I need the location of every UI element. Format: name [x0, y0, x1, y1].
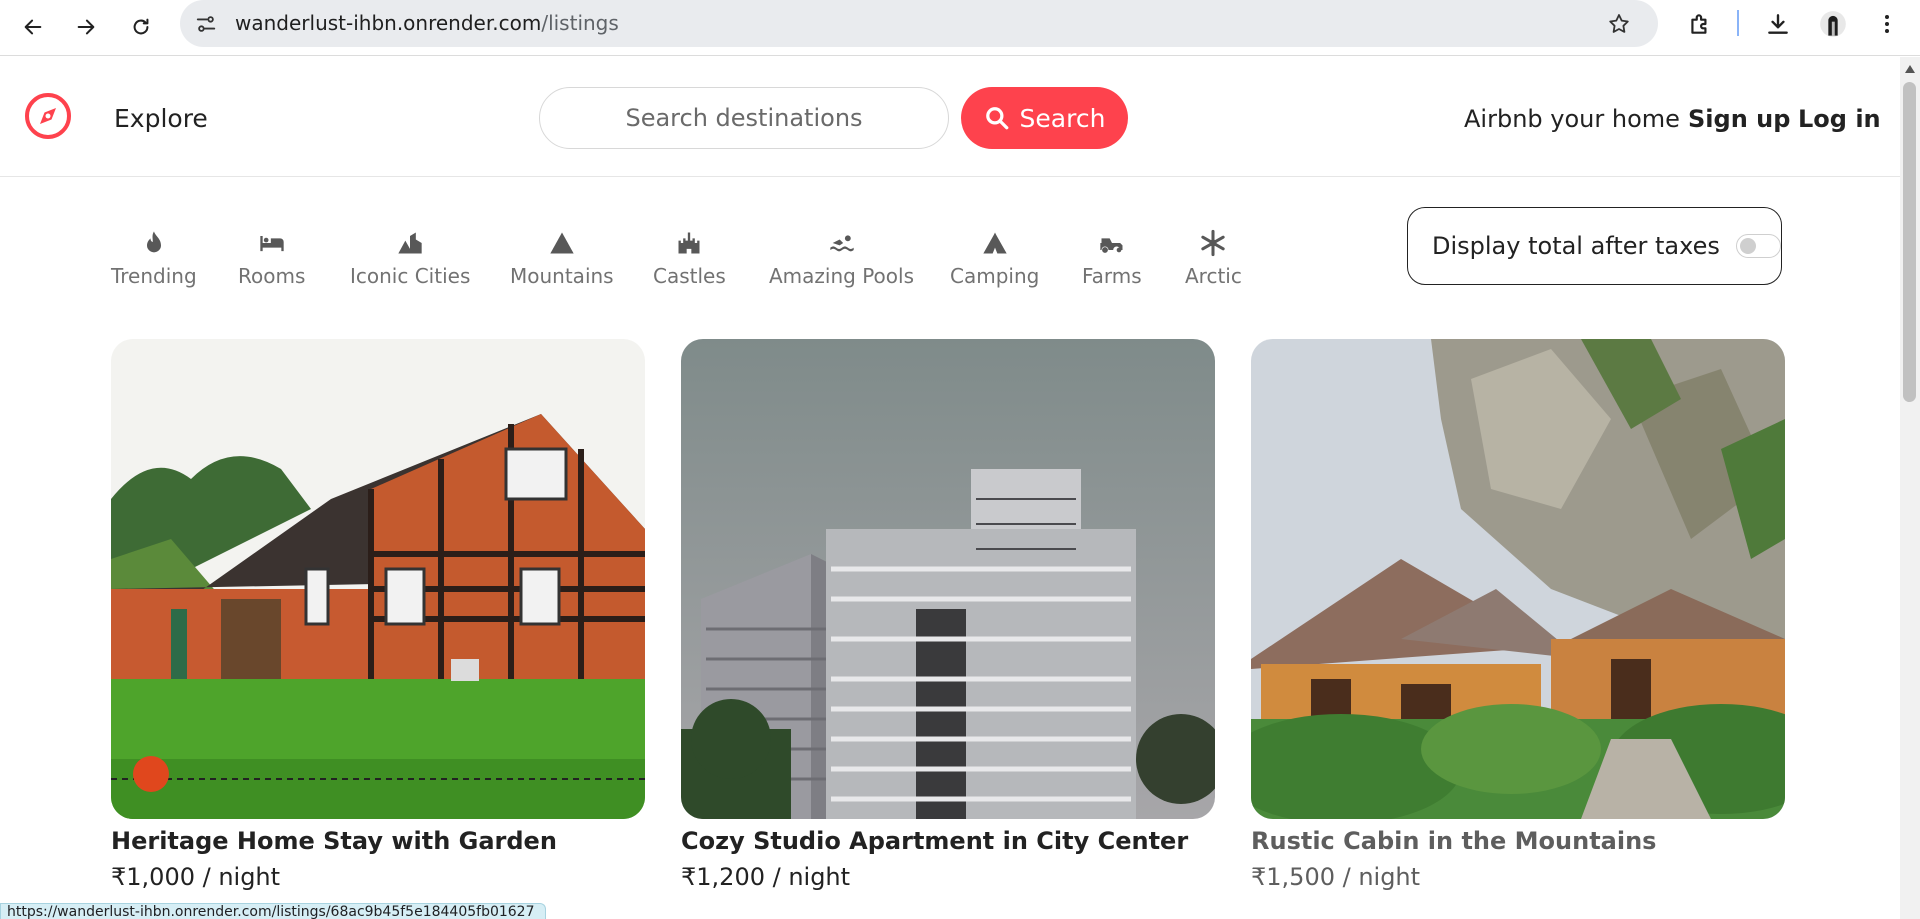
listing-photo[interactable] — [111, 339, 645, 819]
link-status-bubble: https://wanderlust-ihbn.onrender.com/lis… — [0, 903, 546, 919]
profile-button[interactable] — [1815, 6, 1851, 42]
search-button[interactable]: Search — [961, 87, 1128, 149]
bed-icon — [257, 228, 287, 258]
host-link[interactable]: Airbnb your home — [1464, 103, 1680, 135]
menu-button[interactable] — [1869, 6, 1905, 42]
fire-icon — [139, 228, 169, 258]
back-button[interactable] — [14, 8, 52, 46]
city-icon — [395, 228, 425, 258]
forward-button[interactable] — [67, 8, 105, 46]
mountain-icon — [547, 228, 577, 258]
url-host: wanderlust-ihbn.onrender.com — [235, 11, 542, 35]
browser-toolbar: wanderlust-ihbn.onrender.com/listings — [0, 0, 1920, 56]
listing-card[interactable]: Heritage Home Stay with Garden ₹1,000 / … — [111, 339, 645, 893]
search-icon — [985, 107, 1008, 130]
filter-castles[interactable]: Castles — [653, 228, 726, 290]
tax-switch[interactable] — [1735, 234, 1781, 258]
filter-label: Rooms — [238, 264, 306, 288]
reload-button[interactable] — [122, 8, 160, 46]
tune-icon — [196, 16, 216, 32]
avatar — [1820, 11, 1846, 37]
listing-title: Rustic Cabin in the Mountains — [1251, 827, 1657, 855]
login-link[interactable]: Log in — [1798, 103, 1881, 135]
scrollbar-thumb[interactable] — [1903, 82, 1916, 402]
tractor-icon — [1097, 228, 1127, 258]
filter-amazing-pools[interactable]: Amazing Pools — [769, 228, 914, 290]
listing-photo[interactable] — [1251, 339, 1785, 819]
filter-label: Mountains — [510, 264, 614, 288]
house-photo — [111, 339, 645, 819]
search-input[interactable] — [539, 87, 949, 149]
scroll-up-icon[interactable] — [1904, 64, 1916, 74]
site-info-button[interactable] — [192, 10, 220, 38]
puzzle-icon — [1691, 14, 1707, 34]
downloads-button[interactable] — [1760, 6, 1796, 42]
listing-price: ₹1,000 / night — [111, 863, 281, 891]
compass-icon[interactable] — [23, 91, 73, 141]
filter-camping[interactable]: Camping — [950, 228, 1039, 290]
filter-trending[interactable]: Trending — [111, 228, 197, 290]
reload-icon — [133, 18, 149, 35]
filter-label: Farms — [1082, 264, 1142, 288]
snowflake-icon — [1198, 228, 1228, 258]
more-vertical-icon — [1885, 15, 1889, 33]
listing-price: ₹1,500 / night — [1251, 863, 1421, 891]
filter-label: Castles — [653, 264, 726, 288]
url-path: /listings — [541, 11, 619, 35]
filter-iconic-cities[interactable]: Iconic Cities — [350, 228, 470, 290]
download-icon — [1768, 14, 1788, 34]
swimmer-icon — [827, 228, 857, 258]
listing-card[interactable]: Cozy Studio Apartment in City Center ₹1,… — [681, 339, 1215, 893]
filter-label: Arctic — [1185, 264, 1242, 288]
listing-price: ₹1,200 / night — [681, 863, 851, 891]
filter-farms[interactable]: Farms — [1082, 228, 1142, 290]
signup-link[interactable]: Sign up — [1688, 103, 1790, 135]
filter-arctic[interactable]: Arctic — [1185, 228, 1242, 290]
cabin-photo — [1251, 339, 1785, 819]
extensions-button[interactable] — [1682, 6, 1718, 42]
listing-photo[interactable] — [681, 339, 1215, 819]
arrow-right-icon — [77, 19, 95, 35]
filter-rooms[interactable]: Rooms — [238, 228, 305, 290]
tent-icon — [980, 228, 1010, 258]
filter-label: Trending — [111, 264, 197, 288]
toolbar-divider — [1737, 10, 1739, 36]
switch-knob — [1739, 238, 1756, 254]
filter-label: Iconic Cities — [350, 264, 471, 288]
apartment-photo — [681, 339, 1215, 819]
star-icon — [1609, 14, 1629, 33]
listing-title: Cozy Studio Apartment in City Center — [681, 827, 1189, 855]
listing-title: Heritage Home Stay with Garden — [111, 827, 557, 855]
tax-toggle[interactable]: Display total after taxes — [1407, 207, 1782, 285]
search-button-label: Search — [1019, 103, 1106, 133]
listing-card[interactable]: Rustic Cabin in the Mountains ₹1,500 / n… — [1251, 339, 1785, 893]
arrow-left-icon — [24, 19, 42, 35]
url-text[interactable]: wanderlust-ihbn.onrender.com/listings — [235, 10, 619, 36]
tax-toggle-label: Display total after taxes — [1432, 232, 1720, 260]
castle-icon — [674, 228, 704, 258]
bookmark-button[interactable] — [1603, 8, 1635, 40]
explore-link[interactable]: Explore — [114, 103, 208, 135]
filter-label: Camping — [950, 264, 1040, 288]
filter-mountains[interactable]: Mountains — [510, 228, 614, 290]
filter-label: Amazing Pools — [769, 264, 914, 288]
